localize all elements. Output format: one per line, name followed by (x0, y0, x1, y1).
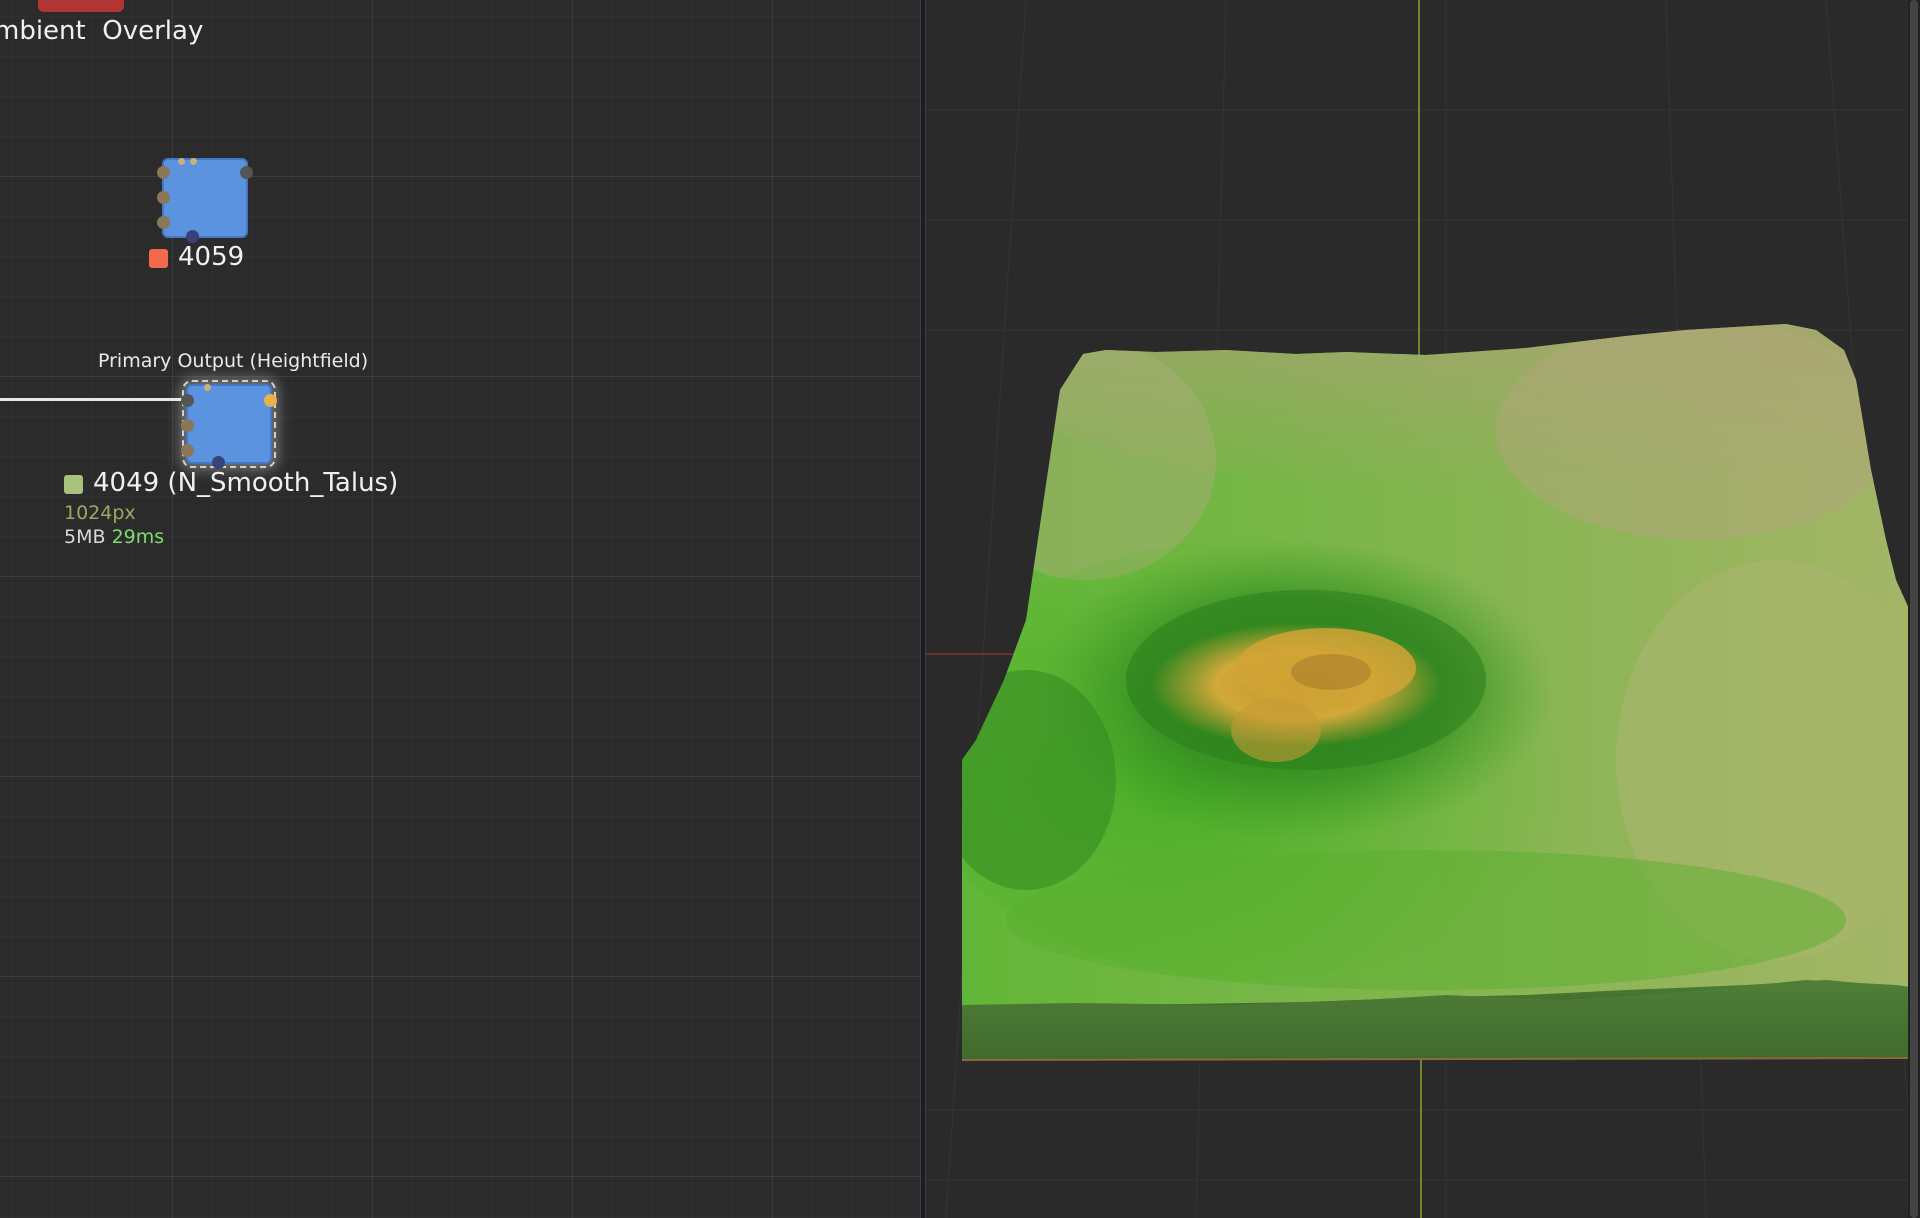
node-4049-stats: 5MB 29ms (64, 526, 164, 548)
input-port-2[interactable] (157, 191, 170, 204)
node-graph-canvas[interactable]: mbient Overlay 4059 Primary Output (Heig… (0, 0, 920, 1218)
viewport-scrollbar[interactable] (1908, 0, 1920, 1218)
input-wire (0, 398, 188, 401)
output-port[interactable] (264, 394, 277, 407)
terrain-render (926, 0, 1920, 1218)
3d-viewport[interactable] (926, 0, 1920, 1218)
input-port-3[interactable] (181, 444, 194, 457)
viewport-scrollbar-thumb[interactable] (1910, 0, 1918, 1218)
node-4059[interactable] (157, 158, 253, 243)
node-4049-status-icon (64, 475, 83, 494)
node-4049-time: 29ms (111, 526, 165, 548)
input-port-top-a[interactable] (178, 158, 185, 165)
primary-output-caption: Primary Output (Heightfield) (98, 350, 369, 372)
input-port-1[interactable] (157, 166, 170, 179)
node-4049-label: 4049 (N_Smooth_Talus) (93, 468, 399, 498)
input-port-2[interactable] (181, 419, 194, 432)
input-port-top[interactable] (204, 384, 211, 391)
ambient-node-label-prefix: mbient (0, 16, 86, 46)
input-port-top-b[interactable] (190, 158, 197, 165)
ambient-node-label: mbient Overlay (0, 16, 203, 46)
input-port-3[interactable] (157, 216, 170, 229)
ambient-node[interactable] (38, 0, 124, 12)
node-4059-status-icon (149, 249, 168, 268)
node-4049-memory: 5MB (64, 526, 106, 548)
node-4049-primary-output[interactable] (181, 380, 277, 469)
output-port[interactable] (240, 166, 253, 179)
ambient-node-label-suffix: Overlay (102, 16, 204, 46)
input-port-1[interactable] (181, 394, 194, 407)
node-4059-label: 4059 (178, 242, 245, 272)
node-4049-resolution: 1024px (64, 502, 136, 524)
